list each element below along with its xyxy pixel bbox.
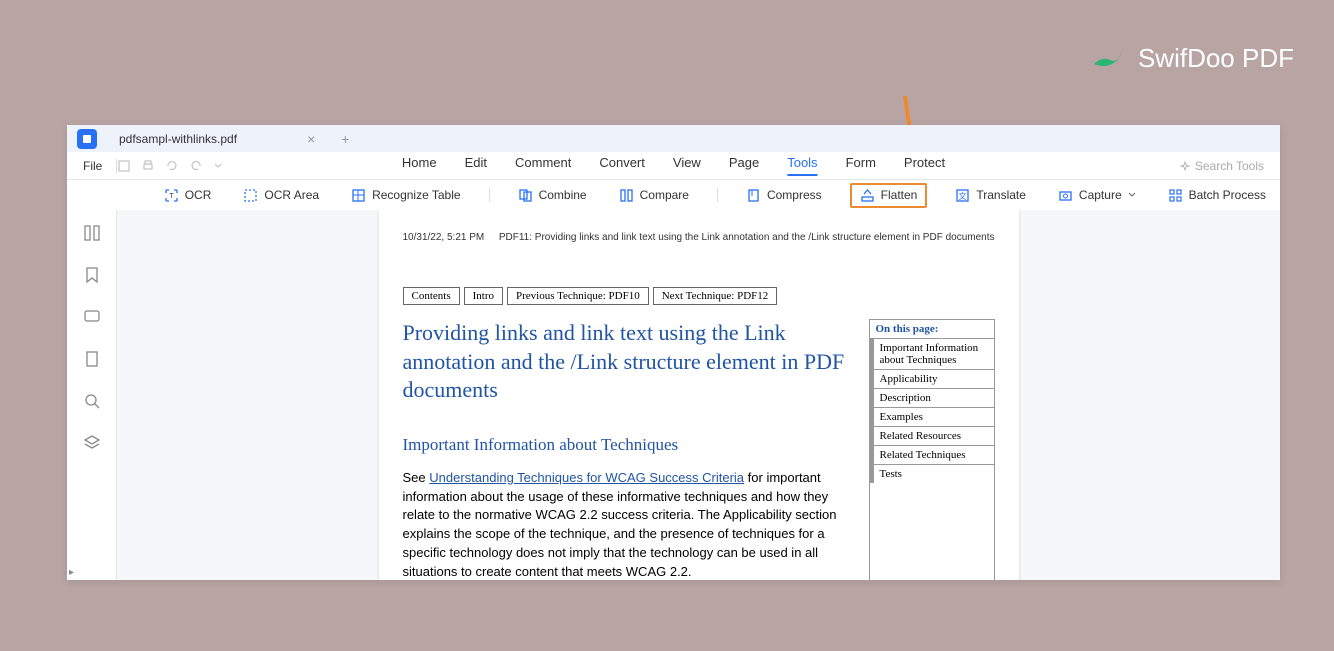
- nav-box[interactable]: Intro: [464, 287, 503, 305]
- menu-convert[interactable]: Convert: [599, 155, 645, 176]
- capture-button[interactable]: Capture: [1054, 186, 1140, 205]
- sparkle-icon: [1179, 160, 1191, 172]
- bookmark-icon[interactable]: [83, 266, 101, 284]
- toolbar: TOCR OCR Area Recognize Table Combine Co…: [67, 180, 1280, 210]
- toc-item[interactable]: Important Information about Techniques: [870, 339, 994, 370]
- doc-navs: ContentsIntroPrevious Technique: PDF10Ne…: [403, 287, 995, 305]
- translate-button[interactable]: 文Translate: [951, 186, 1030, 205]
- menu-tools[interactable]: Tools: [787, 155, 817, 176]
- compress-icon: [746, 188, 761, 203]
- wcag-link[interactable]: Understanding Techniques for WCAG Succes…: [429, 470, 744, 485]
- search-icon[interactable]: [83, 392, 101, 410]
- table-icon: [351, 188, 366, 203]
- print-icon[interactable]: [141, 159, 155, 173]
- divider: [717, 188, 718, 202]
- menu-form[interactable]: Form: [846, 155, 876, 176]
- document-page: 10/31/22, 5:21 PM PDF11: Providing links…: [379, 210, 1019, 580]
- toc-box: On this page: Important Information abou…: [869, 319, 995, 580]
- new-tab-button[interactable]: +: [341, 131, 349, 147]
- toc-item[interactable]: Related Techniques: [870, 446, 994, 465]
- toc-item[interactable]: Description: [870, 389, 994, 408]
- brand: SwifDoo PDF: [1090, 40, 1294, 76]
- combine-button[interactable]: Combine: [514, 186, 591, 205]
- doc-timestamp: 10/31/22, 5:21 PM: [403, 232, 485, 243]
- layers-icon[interactable]: [83, 434, 101, 452]
- compare-icon: [619, 188, 634, 203]
- doc-meta: 10/31/22, 5:21 PM PDF11: Providing links…: [403, 232, 995, 243]
- compare-button[interactable]: Compare: [615, 186, 693, 205]
- ocr-area-icon: [243, 188, 258, 203]
- toc-header: On this page:: [870, 320, 994, 339]
- thumbnails-icon[interactable]: [83, 224, 101, 242]
- redo-icon[interactable]: [189, 159, 203, 173]
- undo-icon[interactable]: [165, 159, 179, 173]
- document-tab[interactable]: pdfsampl-withlinks.pdf ×: [107, 125, 327, 152]
- chevron-down-icon: [1128, 191, 1136, 199]
- menu-home[interactable]: Home: [402, 155, 437, 176]
- main-menus: Home Edit Comment Convert View Page Tools Form P…: [402, 155, 945, 176]
- ocr-button[interactable]: TOCR: [160, 186, 216, 205]
- app-icon: [77, 129, 97, 149]
- batch-icon: [1168, 188, 1183, 203]
- svg-text:文: 文: [959, 191, 967, 201]
- left-sidebar: [67, 210, 117, 580]
- flatten-icon: [860, 188, 875, 203]
- doc-header: PDF11: Providing links and link text usi…: [499, 232, 995, 243]
- batch-process-button[interactable]: Batch Process: [1164, 186, 1270, 205]
- menu-bar: File Home Edit Comment Convert View Page Tools…: [67, 152, 1280, 180]
- compress-button[interactable]: Compress: [742, 186, 826, 205]
- menu-view[interactable]: View: [673, 155, 701, 176]
- close-tab-icon[interactable]: ×: [307, 131, 315, 147]
- expand-handle-icon[interactable]: ▸: [69, 567, 74, 578]
- ocr-icon: T: [164, 188, 179, 203]
- toc-item[interactable]: Applicability: [870, 370, 994, 389]
- toc-item[interactable]: Related Resources: [870, 427, 994, 446]
- save-icon[interactable]: [117, 159, 131, 173]
- chevron-down-icon[interactable]: [213, 161, 223, 171]
- file-menu[interactable]: File: [83, 159, 102, 173]
- flatten-button[interactable]: Flatten: [850, 183, 928, 208]
- search-tools[interactable]: Search Tools: [1179, 159, 1264, 173]
- nav-box[interactable]: Next Technique: PDF12: [653, 287, 778, 305]
- toc-item[interactable]: Examples: [870, 408, 994, 427]
- translate-icon: 文: [955, 188, 970, 203]
- nav-box[interactable]: Contents: [403, 287, 460, 305]
- brand-logo-icon: [1090, 40, 1126, 76]
- attachment-icon[interactable]: [83, 350, 101, 368]
- menu-page[interactable]: Page: [729, 155, 759, 176]
- tab-title: pdfsampl-withlinks.pdf: [119, 132, 237, 146]
- search-placeholder: Search Tools: [1195, 159, 1264, 173]
- combine-icon: [518, 188, 533, 203]
- doc-title: Providing links and link text using the …: [403, 319, 855, 405]
- menu-protect[interactable]: Protect: [904, 155, 945, 176]
- content-area: ▸ 10/31/22, 5:21 PM PDF11: Providing lin…: [67, 210, 1280, 580]
- tab-bar: pdfsampl-withlinks.pdf × +: [67, 125, 1280, 152]
- toc-item[interactable]: Tests: [870, 465, 994, 483]
- ocr-area-button[interactable]: OCR Area: [239, 186, 323, 205]
- recognize-table-button[interactable]: Recognize Table: [347, 186, 465, 205]
- svg-text:T: T: [169, 193, 174, 200]
- divider: [489, 188, 490, 202]
- nav-box[interactable]: Previous Technique: PDF10: [507, 287, 649, 305]
- comment-icon[interactable]: [83, 308, 101, 326]
- menu-edit[interactable]: Edit: [465, 155, 487, 176]
- doc-paragraph: See Understanding Techniques for WCAG Su…: [403, 469, 855, 580]
- capture-icon: [1058, 188, 1073, 203]
- menu-comment[interactable]: Comment: [515, 155, 571, 176]
- doc-section-heading: Important Information about Techniques: [403, 435, 855, 455]
- brand-name: SwifDoo PDF: [1138, 43, 1294, 74]
- quick-access-toolbar: [117, 159, 223, 173]
- app-window: pdfsampl-withlinks.pdf × + File Home Edit…: [67, 125, 1280, 580]
